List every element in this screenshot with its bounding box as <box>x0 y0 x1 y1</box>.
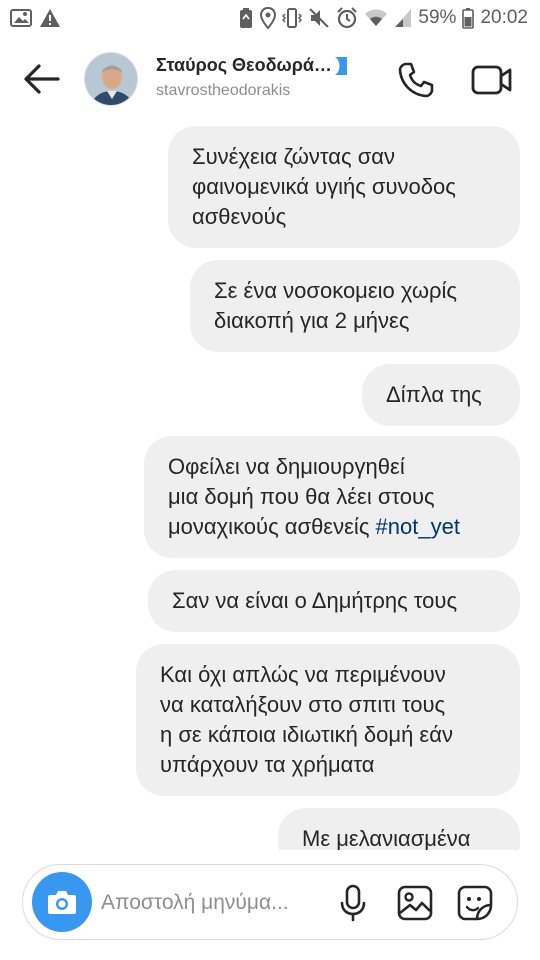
camera-icon <box>48 891 76 914</box>
warning-icon <box>39 8 61 28</box>
message-line: Και όχι απλώς να περιμένουν <box>160 662 446 687</box>
message-line: Συνέχεια ζώντας σαν <box>192 144 396 169</box>
signal-icon <box>394 8 412 28</box>
avatar[interactable] <box>84 52 138 106</box>
message-line: η σε κάποια ιδιωτική δομή εάν <box>160 722 453 747</box>
sticker-button[interactable] <box>455 883 495 923</box>
message-line: να καταλήξουν στο σπιτι τους <box>160 692 446 717</box>
message-bubble[interactable]: Οφείλει να δημιουργηθεί μια δομή που θα … <box>144 436 520 558</box>
message-input[interactable] <box>101 883 331 923</box>
microphone-icon <box>340 884 366 922</box>
vibrate-icon <box>282 7 303 29</box>
phone-icon <box>398 62 434 98</box>
message-line: Σε ένα νοσοκομειο χωρίς <box>214 278 458 303</box>
voice-call-button[interactable] <box>396 60 436 100</box>
message-bubble[interactable]: Και όχι απλώς να περιμένουν να καταλήξου… <box>136 644 520 796</box>
gallery-notification-icon <box>10 8 32 28</box>
message-line: μια δομή που θα λέει στους <box>168 484 435 509</box>
clock: 20:02 <box>480 7 528 28</box>
video-camera-icon <box>471 65 512 95</box>
location-icon <box>260 7 277 29</box>
hashtag-link[interactable]: #not_yet <box>376 514 460 539</box>
message-line: διακοπή για 2 μήνες <box>214 308 410 333</box>
message-line: ασθενούς <box>192 204 287 229</box>
message-bubble[interactable]: Σε ένα νοσοκομειο χωρίς διακοπή για 2 μή… <box>190 260 520 352</box>
message-bubble[interactable]: Συνέχεια ζώντας σαν φαινομενικά υγιής συ… <box>168 126 520 248</box>
camera-button[interactable] <box>32 872 92 932</box>
status-bar: 59% 20:02 <box>0 0 540 36</box>
back-button[interactable] <box>22 62 62 96</box>
contact-info[interactable]: Σταύρος Θεοδωρά… stavrostheodorakis <box>156 55 347 100</box>
message-line: Με μελανιασμένα <box>302 826 471 850</box>
message-thread[interactable]: Συνέχεια ζώντας σαν φαινομενικά υγιής συ… <box>0 118 540 850</box>
chat-header: Σταύρος Θεοδωρά… stavrostheodorakis <box>0 40 540 116</box>
message-line: Δίπλα της <box>386 382 482 407</box>
contact-display-name: Σταύρος Θεοδωρά… <box>156 55 332 75</box>
message-line: Σαν να είναι ο Δημήτρης τους <box>172 588 458 613</box>
battery-percent: 59% <box>418 7 457 28</box>
battery-icon <box>462 7 475 29</box>
gallery-button[interactable] <box>395 883 435 923</box>
message-line: φαινομενικά υγιής συνοδος <box>192 174 456 199</box>
sticker-icon <box>457 885 493 921</box>
image-gallery-icon <box>397 885 433 921</box>
recycle-icon <box>238 7 254 29</box>
message-line: Οφείλει να δημιουργηθεί <box>168 454 405 479</box>
alarm-icon <box>336 7 358 29</box>
contact-username: stavrostheodorakis <box>156 82 291 99</box>
message-line: υπάρχουν τα χρήματα <box>160 752 375 777</box>
back-arrow-icon <box>24 64 60 94</box>
message-line-text: μοναχικούς ασθενείς <box>168 514 370 539</box>
wifi-icon <box>364 8 388 28</box>
message-line: μοναχικούς ασθενείς #not_yet <box>168 512 496 542</box>
voice-message-button[interactable] <box>335 883 371 923</box>
verified-badge-icon <box>334 56 347 75</box>
message-composer <box>22 864 518 940</box>
video-call-button[interactable] <box>470 60 514 100</box>
message-bubble[interactable]: Με μελανιασμένα <box>278 808 520 850</box>
mute-icon <box>308 7 330 29</box>
message-bubble[interactable]: Δίπλα της <box>362 364 520 426</box>
profile-photo <box>85 53 137 105</box>
message-bubble[interactable]: Σαν να είναι ο Δημήτρης τους <box>148 570 520 632</box>
